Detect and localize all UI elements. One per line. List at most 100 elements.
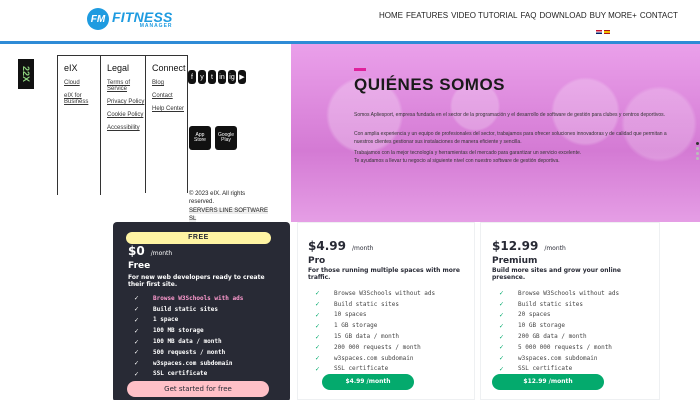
nav-download[interactable]: DOWNLOAD <box>539 11 586 20</box>
footer-link[interactable]: Accessibility <box>101 125 145 131</box>
logo-title: FITNESS <box>112 8 173 25</box>
youtube-icon[interactable]: y <box>198 70 206 84</box>
footer-link[interactable]: Cloud <box>58 80 100 86</box>
check-icon: ✓ <box>134 326 139 335</box>
video-icon[interactable]: ▶ <box>238 70 246 84</box>
nav-features[interactable]: FEATURES <box>406 11 448 20</box>
logo-badge: FM <box>87 8 109 30</box>
about-paragraph: Te ayudamos a llevar tu negocio al sigui… <box>354 158 560 164</box>
about-paragraph: Somos Apliesport, empresa fundada en el … <box>354 112 666 118</box>
check-icon: ✓ <box>134 315 139 324</box>
footer-brand-mark: 22X <box>18 59 34 89</box>
plan-description: For those running multiple spaces with m… <box>308 267 460 282</box>
nav-buy-more[interactable]: BUY MORE+ <box>590 11 637 20</box>
feature-item: ✓ 100 MB storage <box>132 325 243 336</box>
check-icon: ✓ <box>315 310 320 319</box>
feature-item: ✓ 1 GB storage <box>313 320 435 331</box>
es-flag-icon[interactable] <box>604 30 610 34</box>
plan-name: Free <box>128 261 151 271</box>
plan-description: For new web developers ready to create t… <box>128 274 265 289</box>
feature-item: ✓ 500 requests / month <box>132 347 243 358</box>
pricing-card-premium: $12.99/month Premium Build more sites an… <box>480 222 660 400</box>
nav-contact[interactable]: CONTACT <box>640 11 678 20</box>
carousel-dots <box>696 142 699 160</box>
check-icon: ✓ <box>315 289 320 298</box>
about-title: QUIÉNES SOMOS <box>354 75 506 94</box>
feature-item: ✓ 200 000 requests / month <box>313 342 435 353</box>
nav-home[interactable]: HOME <box>379 11 403 20</box>
check-icon: ✓ <box>499 321 504 330</box>
plan-name: Premium <box>492 256 538 266</box>
check-icon: ✓ <box>315 343 320 352</box>
carousel-dot[interactable] <box>696 147 699 150</box>
check-icon: ✓ <box>134 348 139 357</box>
app-store-badge[interactable]: App Store <box>189 126 211 150</box>
feature-item: ✓ 200 GB data / month <box>497 331 619 342</box>
pricing-card-free: FREE $0/month Free For new web developer… <box>113 222 290 400</box>
check-icon: ✓ <box>315 364 320 373</box>
feature-item: ✓ w3spaces.com subdomain <box>497 353 619 364</box>
twitter-icon[interactable]: t <box>208 70 216 84</box>
check-icon: ✓ <box>134 294 139 303</box>
plan-price: $0/month <box>128 244 173 258</box>
about-paragraph: Trabajamos con la mejor tecnología y her… <box>354 150 582 156</box>
plan-price: $4.99/month <box>308 239 374 253</box>
footer-column-title: Legal <box>107 63 130 73</box>
feature-item: ✓ SSL certificate <box>497 364 619 375</box>
uk-flag-icon[interactable] <box>596 30 602 34</box>
feature-item: ✓ Browse W3Schools without ads <box>313 288 435 299</box>
social-links: f y t in ig ▶ <box>188 70 246 84</box>
feature-item: ✓ w3spaces.com subdomain <box>132 358 243 369</box>
feature-item: ✓ Build static sites <box>313 299 435 310</box>
title-accent-bar <box>354 68 366 71</box>
nav-video-tutorial[interactable]: VIDEO TUTORIAL <box>451 11 517 20</box>
check-icon: ✓ <box>499 300 504 309</box>
about-paragraph: Con amplia experiencia y un equipo de pr… <box>354 131 667 145</box>
check-icon: ✓ <box>499 310 504 319</box>
instagram-icon[interactable]: ig <box>228 70 236 84</box>
check-icon: ✓ <box>315 300 320 309</box>
get-started-free-button[interactable]: Get started for free <box>127 381 269 397</box>
google-play-badge[interactable]: Google Play <box>215 126 237 150</box>
footer-link[interactable]: eIX for Business <box>58 93 100 105</box>
feature-item: ✓ SSL certificate <box>132 369 243 380</box>
check-icon: ✓ <box>315 354 320 363</box>
feature-item: ✓ 5 000 000 requests / month <box>497 342 619 353</box>
about-section: QUIÉNES SOMOS Somos Apliesport, empresa … <box>291 44 700 222</box>
check-icon: ✓ <box>499 364 504 373</box>
nav-faq[interactable]: FAQ <box>520 11 536 20</box>
plan-name: Pro <box>308 256 326 266</box>
feature-item: ✓ w3spaces.com subdomain <box>313 353 435 364</box>
buy-pro-button[interactable]: $4.99 /month <box>322 374 414 390</box>
footer-link[interactable]: Terms of Service <box>101 80 145 92</box>
footer-link[interactable]: Privacy Policy <box>101 99 145 105</box>
linkedin-icon[interactable]: in <box>218 70 226 84</box>
buy-premium-button[interactable]: $12.99 /month <box>492 374 604 390</box>
feature-list: ✓ Browse W3Schools without ads ✓ Build sta… <box>313 288 435 374</box>
feature-item: ✓ 1 space <box>132 315 243 326</box>
footer-link[interactable]: Help Center <box>146 106 187 112</box>
copyright-line: © 2023 eIX. All rights reserved. <box>189 191 246 206</box>
footer-link[interactable]: Cookie Policy <box>101 112 145 118</box>
check-icon: ✓ <box>134 337 139 346</box>
feature-item: ✓ 15 GB data / month <box>313 331 435 342</box>
page: FM FITNESS MANAGER HOME FEATURES VIDEO T… <box>0 0 700 400</box>
feature-item: ✓ Browse W3Schools without ads <box>497 288 619 299</box>
logo[interactable]: FM FITNESS MANAGER <box>87 7 173 31</box>
carousel-dot[interactable] <box>696 142 699 145</box>
check-icon: ✓ <box>134 369 139 378</box>
facebook-icon[interactable]: f <box>188 70 196 84</box>
footer-column-title: Connect <box>152 63 186 73</box>
language-switcher <box>596 30 610 34</box>
copyright: © 2023 eIX. All rights reserved. SERVERS… <box>189 190 269 224</box>
main-nav: HOME FEATURES VIDEO TUTORIAL FAQ DOWNLOA… <box>379 11 678 20</box>
plan-price: $12.99/month <box>492 239 566 253</box>
carousel-dot[interactable] <box>696 157 699 160</box>
footer-link[interactable]: Blog <box>146 80 187 86</box>
check-icon: ✓ <box>134 305 139 314</box>
free-badge: FREE <box>126 232 271 244</box>
feature-list: ✓ Browse W3Schools with ads ✓ Build static… <box>132 293 243 379</box>
footer-link[interactable]: Contact <box>146 93 187 99</box>
carousel-dot[interactable] <box>696 152 699 155</box>
check-icon: ✓ <box>499 289 504 298</box>
